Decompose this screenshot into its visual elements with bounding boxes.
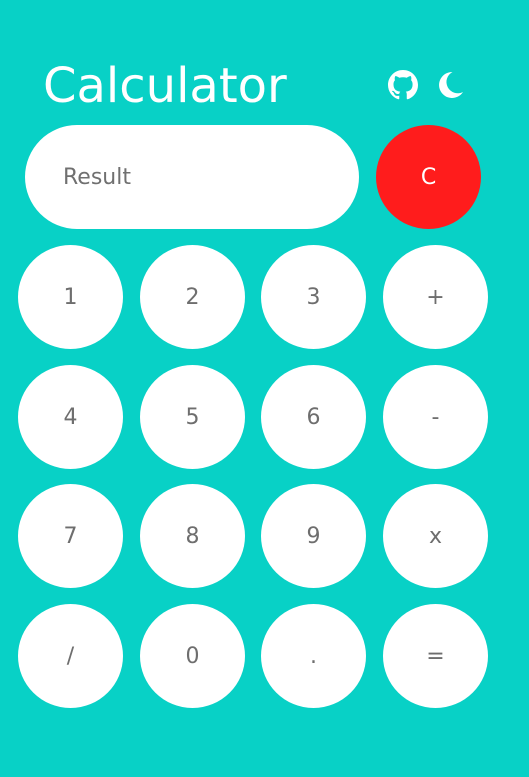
key-5-button[interactable]: 5 <box>140 365 245 469</box>
equals-button[interactable]: = <box>383 604 488 708</box>
clear-button[interactable]: C <box>376 125 481 229</box>
key-6-button[interactable]: 6 <box>261 365 366 469</box>
result-display: Result <box>25 125 359 229</box>
key-0-button[interactable]: 0 <box>140 604 245 708</box>
key-4-button[interactable]: 4 <box>18 365 123 469</box>
divide-button[interactable]: / <box>18 604 123 708</box>
decimal-button[interactable]: . <box>261 604 366 708</box>
page-title: Calculator <box>43 58 287 114</box>
key-7-button[interactable]: 7 <box>18 484 123 588</box>
add-button[interactable]: + <box>383 245 488 349</box>
key-9-button[interactable]: 9 <box>261 484 366 588</box>
key-1-button[interactable]: 1 <box>18 245 123 349</box>
key-3-button[interactable]: 3 <box>261 245 366 349</box>
github-icon[interactable] <box>388 70 418 100</box>
moon-icon[interactable] <box>435 70 465 100</box>
key-8-button[interactable]: 8 <box>140 484 245 588</box>
subtract-button[interactable]: - <box>383 365 488 469</box>
key-2-button[interactable]: 2 <box>140 245 245 349</box>
multiply-button[interactable]: x <box>383 484 488 588</box>
